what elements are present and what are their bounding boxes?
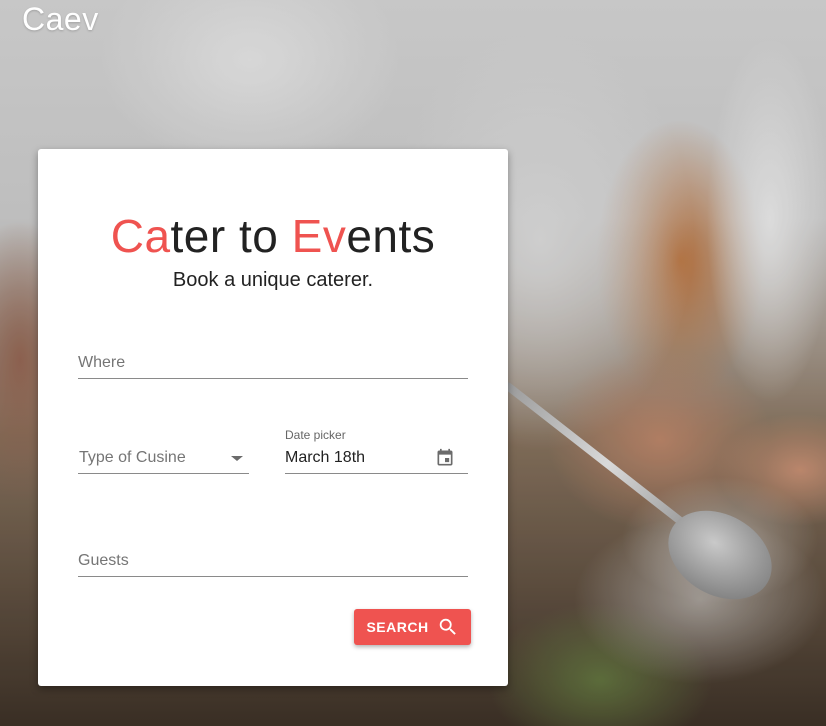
- search-icon: [439, 618, 456, 635]
- search-button[interactable]: SEARCH: [354, 609, 471, 645]
- guests-input[interactable]: [78, 552, 468, 574]
- date-picker-value: March 18th: [285, 449, 366, 466]
- hero-subtitle: Book a unique caterer.: [172, 269, 374, 291]
- cuisine-select[interactable]: Type of Cusine: [78, 449, 249, 474]
- hero-title: Cater to Events: [38, 209, 508, 263]
- title-part-3: Ev: [291, 210, 347, 262]
- chevron-down-icon: [231, 456, 243, 461]
- where-input[interactable]: [78, 354, 468, 376]
- date-picker-label: Date picker: [285, 428, 346, 442]
- search-card: Cater to Events Book a unique caterer. T…: [38, 149, 508, 686]
- calendar-icon[interactable]: [435, 447, 455, 469]
- title-part-4: ents: [346, 210, 436, 262]
- guests-field: [78, 552, 468, 577]
- cuisine-select-label: Type of Cusine: [79, 449, 186, 466]
- search-button-label: SEARCH: [366, 619, 429, 635]
- title-part-1: Ca: [110, 210, 171, 262]
- where-field: [78, 354, 468, 379]
- brand-logo[interactable]: Caev: [22, 1, 99, 38]
- title-part-2: ter to: [170, 210, 292, 262]
- date-picker-field[interactable]: March 18th: [285, 447, 468, 474]
